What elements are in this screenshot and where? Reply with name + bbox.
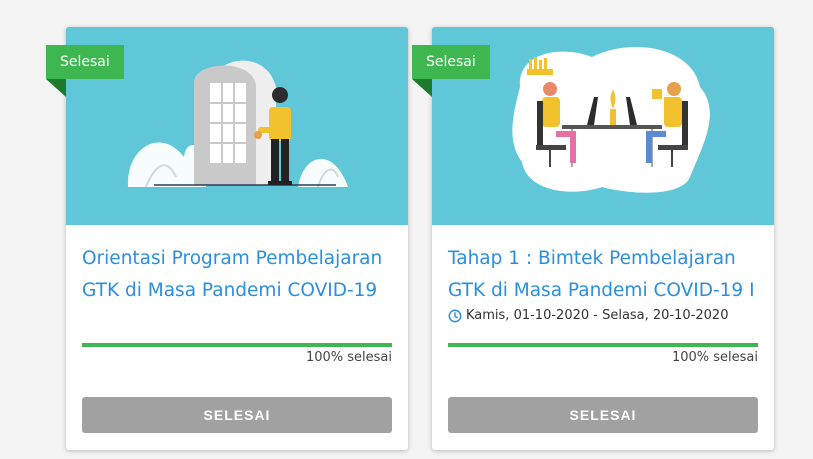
status-ribbon: Selesai	[412, 45, 490, 79]
course-card[interactable]: Selesai Orientasi Program Pembelajaran G…	[46, 27, 408, 450]
progress-bar	[448, 343, 758, 347]
selesai-button[interactable]: SELESAI	[448, 397, 758, 433]
progress-fill	[448, 343, 758, 347]
course-title[interactable]: Orientasi Program Pembelajaran GTK di Ma…	[82, 243, 394, 307]
course-title[interactable]: Tahap 1 : Bimtek Pembelajaran GTK di Mas…	[448, 243, 760, 307]
date-range-text: Kamis, 01-10-2020 - Selasa, 20-10-2020	[466, 308, 729, 323]
progress-fill	[82, 343, 392, 347]
course-card[interactable]: Selesai Tahap 1 : Bimtek Pembelajaran GT…	[412, 27, 774, 450]
date-range-row: Kamis, 01-10-2020 - Selasa, 20-10-2020	[448, 308, 728, 323]
selesai-button[interactable]: SELESAI	[82, 397, 392, 433]
status-ribbon: Selesai	[46, 45, 124, 79]
clock-icon	[448, 309, 462, 322]
progress-bar	[82, 343, 392, 347]
ribbon-fold	[46, 79, 66, 97]
progress-label: 100% selesai	[305, 350, 392, 365]
ribbon-fold	[412, 79, 432, 97]
progress-label: 100% selesai	[671, 350, 758, 365]
